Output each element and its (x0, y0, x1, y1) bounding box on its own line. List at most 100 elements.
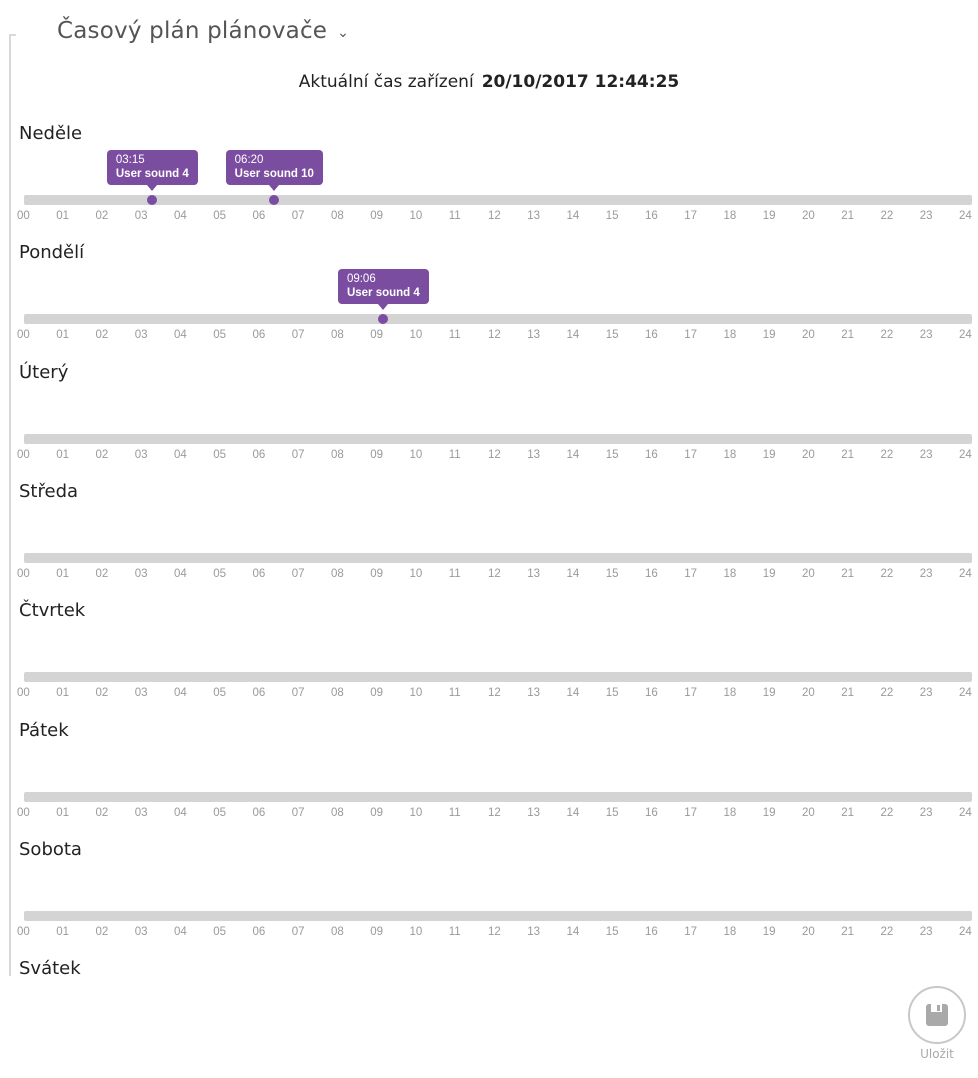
hour-tick: 19 (762, 210, 776, 222)
hour-tick: 06 (252, 687, 266, 699)
day-timeline-track[interactable] (24, 314, 972, 324)
hour-tick: 07 (291, 687, 305, 699)
hour-tick: 03 (134, 210, 148, 222)
day-row: Pátek 00 01 02 03 04 05 06 07 08 09 10 11 12 13 14 15 16 1… (0, 720, 978, 840)
hour-tick: 23 (919, 687, 933, 699)
hour-tick: 16 (645, 210, 658, 222)
hour-tick: 13 (527, 926, 541, 938)
hour-tick: 23 (919, 210, 933, 222)
day-row: Pondělí 00 01 02 03 04 05 06 07 08 09 10 11 12 13 14 15 1… (0, 242, 978, 362)
hour-tick: 12 (488, 687, 501, 699)
hour-tick: 22 (880, 926, 894, 938)
hour-tick: 04 (174, 926, 187, 938)
event-time: 06:20 (234, 154, 264, 166)
hour-tick: 00 (17, 210, 30, 222)
hour-tick: 23 (919, 329, 933, 341)
save-label: Uložit (920, 1047, 954, 1061)
hour-tick: 20 (802, 926, 815, 938)
hour-tick: 20 (802, 210, 815, 222)
hour-tick: 14 (566, 687, 580, 699)
hour-tick: 22 (880, 687, 894, 699)
hour-tick: 10 (409, 926, 423, 938)
hour-tick: 03 (134, 926, 148, 938)
hour-tick: 18 (723, 807, 737, 819)
event-tooltip[interactable]: 03:15 User sound 4 (106, 150, 198, 191)
section-title: Časový plán plánovače (57, 18, 328, 44)
device-time: Aktuální čas zařízení 20/10/2017 12:44:25 (0, 72, 978, 92)
hour-tick: 19 (762, 926, 776, 938)
event-tooltip[interactable]: 06:20 User sound 10 (225, 150, 323, 191)
hour-tick: 18 (723, 329, 737, 341)
hour-tick: 11 (448, 210, 461, 222)
day-name: Neděle (19, 123, 83, 144)
hour-tick: 09 (370, 807, 384, 819)
day-timeline-track[interactable] (24, 195, 972, 205)
hour-tick: 22 (880, 568, 894, 580)
hour-tick: 17 (684, 449, 698, 461)
hour-tick: 00 (17, 568, 30, 580)
day-timeline-track[interactable] (24, 553, 972, 563)
hour-tick: 18 (723, 687, 737, 699)
day-timeline-track[interactable] (24, 911, 972, 921)
hour-tick: 07 (291, 210, 305, 222)
hour-tick: 08 (331, 926, 344, 938)
hour-tick: 06 (252, 449, 266, 461)
hour-tick: 12 (488, 807, 501, 819)
hour-ticks: 00 01 02 03 04 05 06 07 08 09 10 11 12 13 14 15 16 17 18 19… (0, 449, 978, 465)
day-timeline-track[interactable] (24, 434, 972, 444)
hour-tick: 06 (252, 329, 266, 341)
hour-tick: 19 (762, 568, 776, 580)
hour-tick: 00 (17, 926, 30, 938)
hour-tick: 17 (684, 687, 698, 699)
day-name: Pondělí (19, 242, 85, 263)
hour-tick: 01 (56, 329, 70, 341)
hour-tick: 02 (95, 568, 109, 580)
hour-tick: 19 (762, 449, 776, 461)
day-name: Sobota (19, 839, 82, 860)
hour-tick: 15 (605, 568, 619, 580)
hour-tick: 20 (802, 449, 815, 461)
hour-tick: 08 (331, 807, 344, 819)
hour-tick: 04 (174, 449, 187, 461)
hour-tick: 15 (605, 329, 619, 341)
hour-ticks: 00 01 02 03 04 05 06 07 08 09 10 11 12 13 14 15 16 17 18 19… (0, 329, 978, 345)
day-row: Čtvrtek 00 01 02 03 04 05 06 07 08 09 10 11 12 13 14 15 1… (0, 600, 978, 720)
day-row: Středa 00 01 02 03 04 05 06 07 08 09 10 11 12 13 14 15 16… (0, 481, 978, 601)
day-timeline-track[interactable] (24, 792, 972, 802)
hour-tick: 02 (95, 329, 109, 341)
hour-tick: 03 (134, 449, 148, 461)
day-row: Úterý 00 01 02 03 04 05 06 07 08 09 10 11 12 13 14 15 16 1… (0, 362, 978, 482)
hour-tick: 09 (370, 687, 384, 699)
day-timeline-track[interactable] (24, 672, 972, 682)
hour-tick: 10 (409, 210, 423, 222)
hour-tick: 00 (17, 687, 30, 699)
hour-tick: 24 (959, 329, 972, 341)
hour-tick: 13 (527, 687, 541, 699)
hour-tick: 13 (527, 568, 541, 580)
hour-tick: 13 (527, 210, 541, 222)
chevron-down-icon[interactable]: ⌄ (337, 25, 349, 41)
hour-tick: 23 (919, 449, 933, 461)
event-tooltip[interactable]: 09:06 User sound 4 (337, 269, 429, 310)
save-button[interactable] (908, 986, 966, 1044)
section-header[interactable]: Časový plán plánovače ⌄ (57, 14, 349, 48)
hour-tick: 18 (723, 449, 737, 461)
floppy-disk-icon (926, 1004, 948, 1026)
day-row: Svátek (0, 958, 978, 1078)
hour-tick: 15 (605, 210, 619, 222)
hour-tick: 09 (370, 210, 384, 222)
hour-tick: 14 (566, 210, 580, 222)
hour-tick: 11 (448, 687, 461, 699)
event-time: 09:06 (346, 273, 376, 285)
hour-tick: 21 (841, 329, 855, 341)
hour-tick: 14 (566, 926, 580, 938)
hour-tick: 05 (213, 568, 227, 580)
hour-tick: 02 (95, 687, 109, 699)
hour-tick: 21 (841, 210, 855, 222)
day-name: Pátek (19, 720, 69, 741)
hour-tick: 14 (566, 568, 580, 580)
hour-tick: 08 (331, 210, 344, 222)
hour-tick: 23 (919, 926, 933, 938)
hour-tick: 09 (370, 926, 384, 938)
hour-tick: 09 (370, 329, 384, 341)
